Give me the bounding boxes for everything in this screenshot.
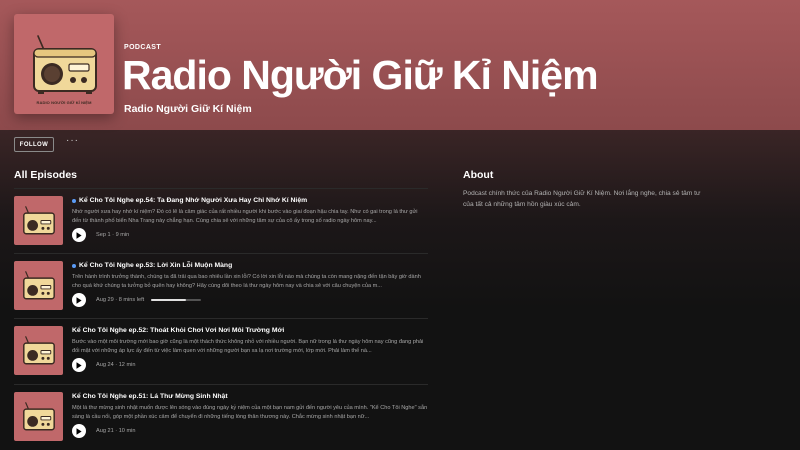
episode-title-text: Kể Cho Tôi Nghe ep.53: Lời Xin Lỗi Muộn … bbox=[79, 262, 233, 269]
episode-thumbnail bbox=[14, 261, 63, 310]
play-button[interactable] bbox=[72, 424, 86, 438]
episode-progress-bar bbox=[151, 299, 201, 301]
all-episodes-heading: All Episodes bbox=[14, 169, 78, 181]
episode-divider bbox=[14, 253, 428, 254]
episode-meta: Aug 24 · 12 min bbox=[96, 362, 136, 368]
about-heading: About bbox=[463, 169, 494, 181]
episode-title[interactable]: Kể Cho Tôi Nghe ep.52: Thoát Khỏi Chơi V… bbox=[72, 327, 284, 334]
episode-title[interactable]: Kể Cho Tôi Nghe ep.53: Lời Xin Lỗi Muộn … bbox=[72, 262, 232, 269]
new-episode-dot-icon bbox=[72, 263, 76, 268]
episode-row[interactable]: Kể Cho Tôi Nghe ep.54: Ta Đang Nhớ Người… bbox=[14, 196, 428, 246]
play-icon bbox=[76, 427, 82, 435]
new-episode-dot-icon bbox=[72, 198, 76, 203]
episode-meta: Aug 29 · 8 mins left bbox=[96, 297, 145, 303]
radio-icon bbox=[23, 206, 55, 235]
radio-icon bbox=[23, 336, 55, 365]
play-button[interactable] bbox=[72, 358, 86, 372]
episode-divider bbox=[14, 318, 428, 319]
episode-title-text: Kể Cho Tôi Nghe ep.52: Thoát Khỏi Chơi V… bbox=[72, 327, 285, 334]
episode-title-text: Kể Cho Tôi Nghe ep.54: Ta Đang Nhớ Người… bbox=[79, 197, 308, 204]
content-type-label: PODCAST bbox=[124, 44, 162, 51]
episode-thumbnail bbox=[14, 392, 63, 441]
episode-divider bbox=[14, 188, 428, 189]
cover-caption: RADIO NGƯỜI GIỮ KỈ NIỆM bbox=[36, 100, 92, 105]
episode-title[interactable]: Kể Cho Tôi Nghe ep.51: Lá Thư Mừng Sinh … bbox=[72, 393, 228, 400]
episode-progress-fill bbox=[151, 299, 186, 301]
follow-button[interactable]: FOLLOW bbox=[14, 137, 54, 152]
publisher-name[interactable]: Radio Người Giữ Kí Niệm bbox=[124, 103, 252, 115]
episode-meta: Sep 1 · 9 min bbox=[96, 232, 130, 238]
play-icon bbox=[76, 231, 82, 239]
page-title: Radio Người Giữ Kỉ Niệm bbox=[122, 52, 599, 98]
radio-icon bbox=[33, 35, 97, 94]
episode-description: Bước vào một môi trường mới bao giờ cũng… bbox=[72, 339, 424, 354]
radio-icon bbox=[23, 271, 55, 300]
play-button[interactable] bbox=[72, 293, 86, 307]
podcast-cover: RADIO NGƯỜI GIỮ KỈ NIỆM bbox=[14, 14, 114, 114]
episode-divider bbox=[14, 384, 428, 385]
episode-title-text: Kể Cho Tôi Nghe ep.51: Lá Thư Mừng Sinh … bbox=[72, 393, 228, 400]
about-description: Podcast chính thức của Radio Người Giữ K… bbox=[463, 190, 701, 208]
episode-meta: Aug 21 · 10 min bbox=[96, 428, 136, 434]
episode-thumbnail bbox=[14, 196, 63, 245]
episode-title[interactable]: Kể Cho Tôi Nghe ep.54: Ta Đang Nhớ Người… bbox=[72, 197, 307, 204]
episode-description: Nhớ người xưa hay nhớ kí niệm? Đó có lẽ … bbox=[72, 209, 418, 224]
play-button[interactable] bbox=[72, 228, 86, 242]
episode-row[interactable]: Kể Cho Tôi Nghe ep.52: Thoát Khỏi Chơi V… bbox=[14, 326, 428, 376]
play-icon bbox=[76, 361, 82, 369]
episode-row[interactable]: Kể Cho Tôi Nghe ep.51: Lá Thư Mừng Sinh … bbox=[14, 392, 428, 442]
episode-thumbnail bbox=[14, 326, 63, 375]
episode-row[interactable]: Kể Cho Tôi Nghe ep.53: Lời Xin Lỗi Muộn … bbox=[14, 261, 428, 311]
more-options-icon[interactable]: ··· bbox=[66, 136, 79, 146]
episode-description: Một lá thư mừng sinh nhật muốn được lên … bbox=[72, 405, 428, 420]
radio-icon bbox=[23, 402, 55, 431]
play-icon bbox=[76, 296, 82, 304]
episode-description: Trên hành trình trưởng thành, chúng ta đ… bbox=[72, 274, 421, 289]
